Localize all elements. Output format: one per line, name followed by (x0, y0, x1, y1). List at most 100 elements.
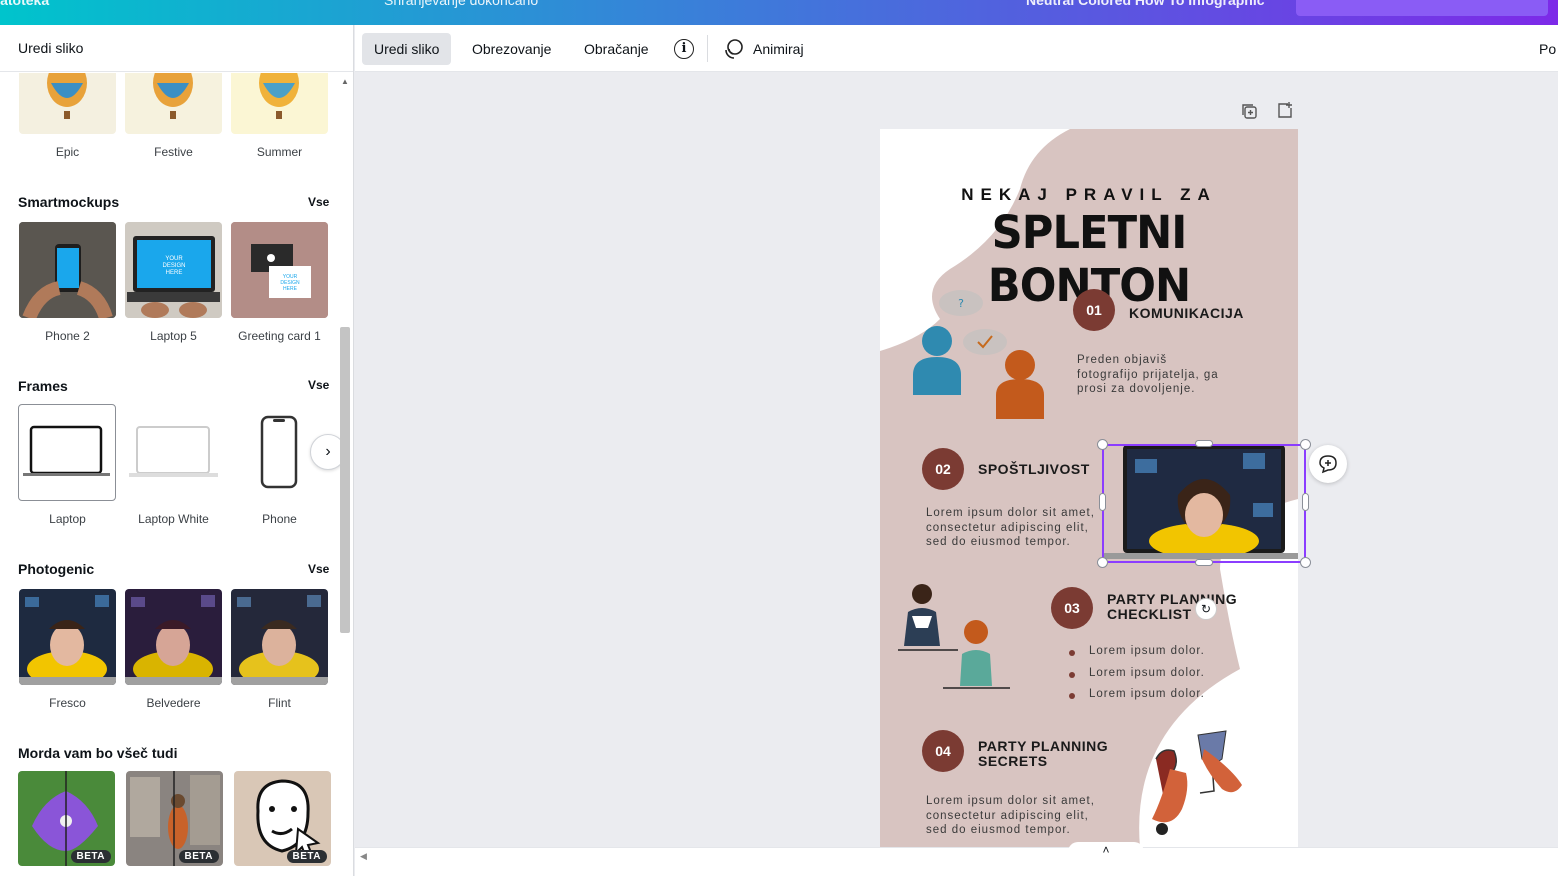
toolbar-divider (707, 35, 708, 62)
scrollbar-thumb[interactable] (340, 327, 350, 633)
laptop-white-frame-icon (129, 426, 218, 477)
smartmockups-title: Smartmockups (18, 194, 120, 210)
resize-handle-tl[interactable] (1097, 439, 1108, 450)
panel-scrollbar[interactable]: ▲ (338, 73, 352, 876)
section-text-01: Preden objaviš fotografijo prijatelja, g… (1077, 353, 1219, 397)
section-title-02: SPOŠTLJIVOST (978, 461, 1090, 477)
try-pro-button[interactable] (1296, 0, 1548, 16)
resize-handle-bl[interactable] (1097, 557, 1108, 568)
animate-button[interactable]: Animiraj (741, 33, 816, 65)
frame-label: Laptop (49, 512, 86, 526)
section-badge-02: 02 (922, 448, 964, 490)
top-menu-bar: Datoteka Shranjevanje dokončano Neutral … (0, 0, 1558, 25)
filter-flint-thumb[interactable] (231, 589, 328, 685)
resize-handle-top[interactable] (1195, 440, 1213, 447)
design-canvas: NEKAJ PRAVIL ZA SPLETNI BONTON ? 01 KOMU… (355, 72, 1558, 847)
panel-header: Uredi sliko (0, 25, 353, 72)
selection-box[interactable] (1102, 444, 1306, 563)
document-title[interactable]: Neutral Colored How To Infographic (1026, 0, 1265, 8)
smartmockups-see-all[interactable]: Vse (308, 195, 329, 209)
svg-text:DESIGN: DESIGN (162, 263, 185, 269)
image-toolbar: Uredi sliko Obrezovanje Obračanje i Anim… (355, 25, 1558, 72)
save-status: Shranjevanje dokončano (384, 0, 539, 8)
mockup-phone2-thumb[interactable] (19, 222, 116, 318)
effect-epic-thumb[interactable] (19, 73, 116, 134)
resize-handle-left[interactable] (1099, 493, 1106, 511)
position-button[interactable]: Po (1527, 33, 1558, 65)
filter-belvedere-thumb[interactable] (125, 589, 222, 685)
resize-handle-br[interactable] (1300, 557, 1311, 568)
suggestion-flower-thumb[interactable]: BETA (18, 771, 115, 866)
frame-laptop-thumb[interactable] (18, 404, 116, 501)
mockup-label: Phone 2 (45, 329, 90, 343)
portrait-photo (125, 589, 222, 685)
scroll-left-arrow-icon[interactable]: ◀ (360, 851, 367, 862)
flip-button[interactable]: Obračanje (572, 33, 661, 65)
svg-text:YOUR: YOUR (165, 256, 183, 262)
section-title-01: KOMUNIKACIJA (1129, 305, 1244, 321)
frames-title: Frames (18, 378, 68, 394)
info-icon[interactable]: i (674, 39, 694, 59)
effect-festive-thumb[interactable] (125, 73, 222, 134)
frame-label: Laptop White (138, 512, 209, 526)
comment-plus-icon (1319, 455, 1337, 474)
text-line: Lorem ipsum dolor sit amet, (926, 507, 1095, 519)
balloon-image (153, 73, 193, 119)
text-line: consectetur adipiscing elit, (926, 521, 1089, 534)
beta-badge: BETA (286, 850, 327, 863)
text-line: prosi za dovoljenje. (1077, 383, 1196, 395)
svg-text:HERE: HERE (283, 286, 298, 292)
resize-handle-bottom[interactable] (1195, 559, 1213, 566)
frame-laptop-white-thumb[interactable] (125, 405, 222, 501)
edit-image-panel: Uredi sliko Epic Festive Summer Smartmoc… (0, 25, 354, 876)
filter-label: Flint (268, 696, 291, 710)
effect-label: Epic (55, 145, 80, 159)
portrait-photo (19, 589, 116, 685)
beta-badge: BETA (70, 850, 111, 863)
photogenic-see-all[interactable]: Vse (308, 562, 329, 576)
add-page-icon[interactable] (1276, 101, 1294, 119)
mockup-laptop5-thumb[interactable]: YOUR DESIGN HERE (125, 222, 222, 318)
crop-button[interactable]: Obrezovanje (460, 33, 563, 65)
filter-label: Belvedere (146, 696, 201, 710)
edit-image-button[interactable]: Uredi sliko (362, 33, 452, 65)
svg-text:?: ? (958, 297, 964, 310)
expand-pages-chevron-icon[interactable]: ˄ (1068, 842, 1144, 857)
laptop-frame-icon (23, 425, 110, 476)
suggestion-street-thumb[interactable]: BETA (126, 771, 223, 866)
mockup-label: Greeting card 1 (238, 329, 321, 343)
laptop-mockup-image: YOURDESIGNHERE (125, 222, 222, 318)
scroll-up-arrow-icon[interactable]: ▲ (341, 77, 349, 86)
bottom-scroll-bar[interactable]: ◀ ˄ (355, 842, 1558, 876)
frames-see-all[interactable]: Vse (308, 378, 329, 392)
text-line: Preden objaviš (1077, 354, 1168, 366)
text-line: fotografijo prijatelja, ga (1077, 368, 1219, 381)
greeting-card-mockup-image: YOURDESIGNHERE (231, 222, 328, 318)
resize-handle-tr[interactable] (1300, 439, 1311, 450)
effect-summer-thumb[interactable] (231, 73, 328, 134)
balloon-image (47, 73, 87, 119)
text-line: sed do eiusmod tempor. (926, 536, 1071, 548)
menu-file[interactable]: Datoteka (0, 0, 49, 8)
portrait-photo (231, 589, 328, 685)
phone-mockup-image (19, 222, 116, 318)
duplicate-page-icon[interactable] (1240, 102, 1258, 120)
effect-label: Summer (256, 145, 303, 159)
photogenic-title: Photogenic (18, 561, 95, 577)
filter-label: Fresco (49, 696, 86, 710)
frame-label: Phone (262, 512, 297, 526)
section-text-02: Lorem ipsum dolor sit amet, consectetur … (926, 506, 1095, 550)
mockup-greeting-card-thumb[interactable]: YOUR DESIGN HERE (231, 222, 328, 318)
suggestion-face-thumb[interactable]: BETA (234, 771, 331, 866)
mockup-label: Laptop 5 (150, 329, 197, 343)
filter-fresco-thumb[interactable] (19, 589, 116, 685)
balloon-image (259, 73, 299, 119)
effect-label: Festive (154, 145, 193, 159)
people-chat-illustration: ? (913, 290, 1044, 419)
beta-badge: BETA (178, 850, 219, 863)
suggestions-title: Morda vam bo všeč tudi (18, 745, 178, 761)
panel-title: Uredi sliko (18, 40, 84, 56)
add-comment-button[interactable] (1309, 445, 1347, 483)
resize-handle-right[interactable] (1302, 493, 1309, 511)
infographic-subtitle: NEKAJ PRAVIL ZA (961, 185, 1217, 204)
